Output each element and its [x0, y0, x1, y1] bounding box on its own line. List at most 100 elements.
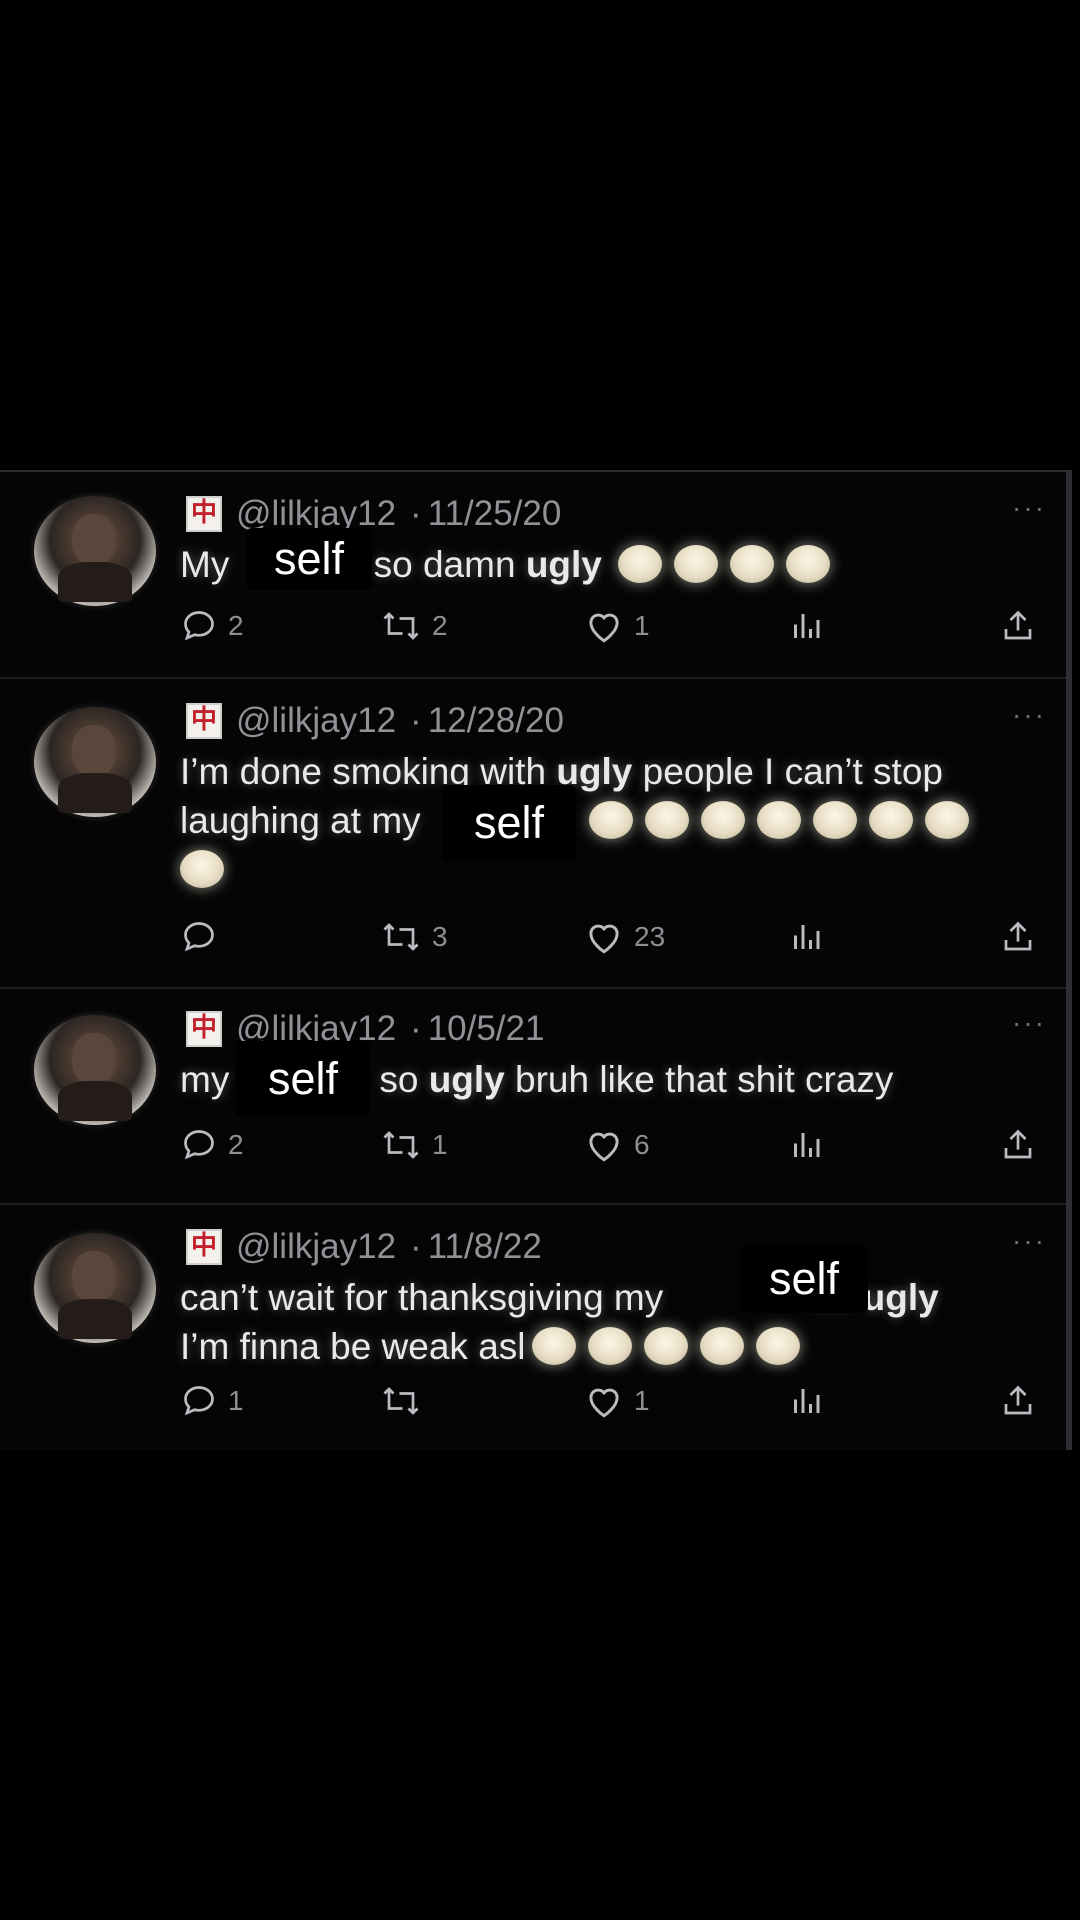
face-with-tears-of-joy-emoji-icon: [924, 801, 969, 839]
share-icon: [1004, 1129, 1032, 1159]
separator: ·: [410, 701, 422, 740]
post-date[interactable]: 12/28/20: [428, 701, 564, 741]
repost-button[interactable]: 1: [380, 1127, 448, 1163]
repost-icon: [383, 923, 419, 951]
views-chart-icon: [794, 1389, 820, 1413]
share-icon: [1004, 610, 1032, 640]
share-button[interactable]: [998, 608, 1038, 644]
reply-button[interactable]: 1: [180, 1383, 244, 1419]
loudly-crying-emoji-icon: [587, 1327, 632, 1365]
like-button[interactable]: 1: [584, 608, 650, 644]
more-options-icon[interactable]: ···: [1012, 492, 1046, 524]
post[interactable]: 中 @lilkjay12 · 11/8/22 ··· can’t wait fo…: [0, 1203, 1066, 1448]
mahjong-badge-icon: 中: [186, 496, 222, 532]
share-button[interactable]: [998, 1127, 1038, 1163]
post-text-bold: ugly: [428, 1059, 505, 1100]
views-button[interactable]: [786, 1127, 826, 1163]
like-button[interactable]: 1: [584, 1383, 650, 1419]
views-button[interactable]: [786, 608, 826, 644]
loudly-crying-emoji-icon: [699, 1327, 744, 1365]
repost-count: 3: [432, 921, 448, 952]
heart-icon: [589, 1132, 619, 1162]
post-text-part: My: [180, 544, 240, 585]
redaction-label: self: [236, 1041, 370, 1117]
post-text-part: bruh like that shit crazy: [504, 1059, 894, 1100]
loudly-crying-emoji-icon: [531, 1327, 576, 1365]
post-meta: 中 @lilkjay12 · 11/25/20: [186, 494, 561, 534]
share-button[interactable]: [998, 1383, 1038, 1419]
avatar[interactable]: [34, 496, 156, 606]
post[interactable]: 中 @lilkjay12 · 12/28/20 ··· I’m done smo…: [0, 677, 1066, 989]
share-button[interactable]: [998, 919, 1038, 955]
redaction-label: self: [246, 528, 372, 590]
more-options-icon[interactable]: ···: [1012, 699, 1046, 731]
reply-button[interactable]: 2: [180, 1127, 244, 1163]
post-text: I’m done smoking with ugly people I can’…: [180, 747, 1060, 894]
loudly-crying-emoji-icon: [674, 545, 719, 583]
post-text-part: laughing at my: [180, 800, 421, 841]
post-text-part: so: [379, 1059, 429, 1100]
post-meta: 中 @lilkjay12 · 12/28/20: [186, 701, 564, 741]
share-icon: [1004, 921, 1032, 951]
heart-icon: [589, 613, 619, 643]
post-text-part: people I can’t stop: [632, 751, 943, 792]
heart-icon: [589, 1388, 619, 1418]
post-date[interactable]: 10/5/21: [428, 1009, 545, 1049]
reply-icon: [184, 1386, 214, 1416]
face-with-tears-of-joy-emoji-icon: [588, 801, 633, 839]
mahjong-badge-icon: 中: [186, 703, 222, 739]
face-with-tears-of-joy-emoji-icon: [644, 801, 689, 839]
share-icon: [1004, 1385, 1032, 1415]
reply-count: 1: [228, 1385, 244, 1416]
views-chart-icon: [794, 614, 820, 638]
reply-icon: [184, 1130, 214, 1160]
redaction-label: self: [442, 785, 576, 861]
post-text-bold: ugly: [525, 544, 602, 585]
post-date[interactable]: 11/25/20: [428, 494, 562, 534]
post-date[interactable]: 11/8/22: [428, 1227, 542, 1267]
post-text-part: so damn: [373, 544, 526, 585]
separator: ·: [410, 1227, 422, 1266]
face-with-tears-of-joy-emoji-icon: [180, 850, 224, 888]
post-handle[interactable]: @lilkjay12: [236, 1227, 396, 1267]
post-actions: 2 2 1: [180, 608, 1040, 648]
repost-button[interactable]: [380, 1383, 432, 1419]
like-count: 1: [634, 610, 650, 641]
avatar[interactable]: [34, 1015, 156, 1125]
like-count: 6: [634, 1129, 650, 1160]
repost-icon: [383, 1131, 419, 1159]
like-count: 23: [634, 921, 666, 952]
loudly-crying-emoji-icon: [643, 1327, 688, 1365]
reply-count: 2: [228, 610, 244, 641]
loudly-crying-emoji-icon: [618, 545, 663, 583]
like-button[interactable]: 23: [584, 919, 665, 955]
like-button[interactable]: 6: [584, 1127, 650, 1163]
post-actions: 1 1: [180, 1383, 1040, 1423]
reply-button[interactable]: 2: [180, 608, 244, 644]
loudly-crying-emoji-icon: [786, 545, 831, 583]
avatar[interactable]: [34, 707, 156, 817]
like-count: 1: [634, 1385, 650, 1416]
face-with-tears-of-joy-emoji-icon: [812, 801, 857, 839]
reply-icon: [184, 922, 214, 952]
heart-icon: [589, 924, 619, 954]
repost-count: 2: [432, 610, 448, 641]
views-chart-icon: [794, 1133, 820, 1157]
post[interactable]: 中 @lilkjay12 · 11/25/20 ··· My so damn u…: [0, 472, 1066, 679]
views-chart-icon: [794, 925, 820, 949]
repost-button[interactable]: 3: [380, 919, 448, 955]
post-text-part: I’m finna be weak asl: [180, 1326, 526, 1367]
post-handle[interactable]: @lilkjay12: [236, 701, 396, 741]
repost-button[interactable]: 2: [380, 608, 448, 644]
reply-button[interactable]: [180, 919, 228, 955]
more-options-icon[interactable]: ···: [1012, 1007, 1046, 1039]
post-actions: 2 1 6: [180, 1127, 1040, 1167]
avatar[interactable]: [34, 1233, 156, 1343]
more-options-icon[interactable]: ···: [1012, 1225, 1046, 1257]
separator: ·: [410, 494, 422, 533]
views-button[interactable]: [786, 919, 826, 955]
post[interactable]: 中 @lilkjay12 · 10/5/21 ··· my so ugly bru…: [0, 987, 1066, 1205]
views-button[interactable]: [786, 1383, 826, 1419]
mahjong-badge-icon: 中: [186, 1011, 222, 1047]
repost-icon: [383, 612, 419, 640]
